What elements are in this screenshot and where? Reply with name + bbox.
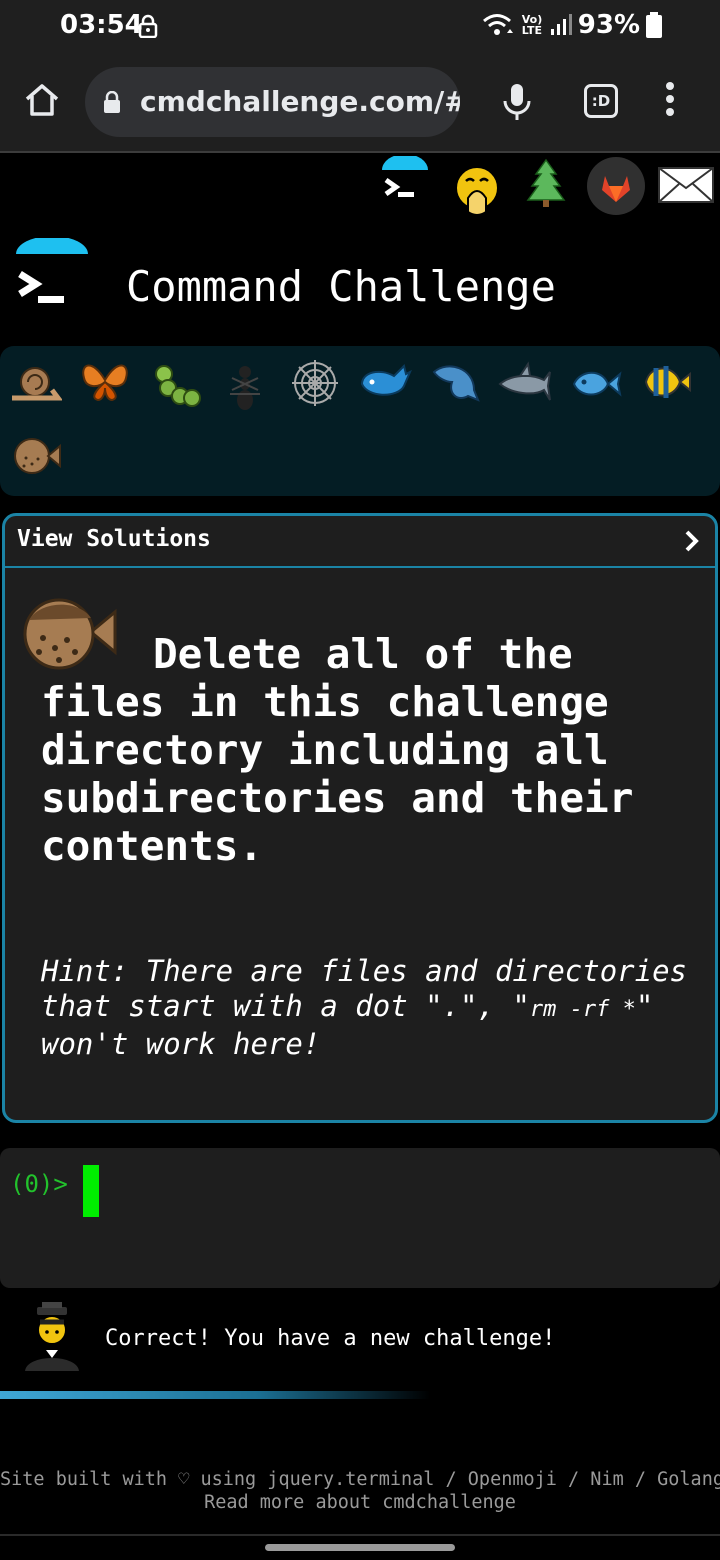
whale-icon[interactable] — [358, 354, 412, 408]
footer: Site built with ♡ using jquery.terminal … — [0, 1468, 720, 1514]
snail-icon[interactable] — [8, 356, 62, 410]
view-solutions-bar[interactable]: View Solutions — [5, 516, 715, 568]
home-gesture-pill[interactable] — [265, 1544, 455, 1551]
fish-icon[interactable] — [568, 358, 622, 412]
status-time: 03:54 — [60, 10, 143, 40]
ant-icon[interactable] — [218, 360, 272, 414]
status-message: Correct! You have a new challenge! — [105, 1326, 556, 1351]
progress-glow-line — [0, 1391, 430, 1399]
hint-code: rm -rf * — [529, 997, 636, 1022]
mail-icon[interactable] — [657, 166, 715, 206]
secure-lock-icon — [104, 91, 120, 113]
terminal-prompt: (0)> — [10, 1170, 68, 1198]
graduate-avatar-icon — [22, 1302, 82, 1373]
signal-icon — [550, 14, 572, 35]
challenge-panel: View Solutions Delete all of the files i… — [2, 513, 718, 1123]
address-bar[interactable]: cmdchallenge.com/#/ — [85, 67, 460, 137]
home-icon[interactable] — [22, 80, 62, 120]
status-bar: 03:54 Vo) LTE 93% — [0, 0, 720, 54]
battery-icon — [646, 12, 662, 38]
chevron-right-icon[interactable] — [683, 528, 701, 554]
challenge-hint: Hint: There are files and directories th… — [41, 954, 691, 1062]
terminal-cursor[interactable] — [83, 1165, 99, 1217]
battery-percent: 93% — [577, 10, 640, 40]
microphone-icon[interactable] — [500, 82, 534, 122]
page-title: Command Challenge — [126, 262, 556, 311]
terminal-icon[interactable] — [378, 156, 432, 210]
spider-web-icon[interactable] — [288, 356, 342, 410]
caterpillar-icon[interactable] — [148, 360, 202, 414]
command-challenge-logo-icon — [16, 238, 88, 303]
challenge-description: Delete all of the files in this challeng… — [41, 630, 634, 870]
top-icon-row — [0, 156, 720, 226]
butterfly-icon[interactable] — [78, 354, 132, 408]
tree-icon[interactable] — [526, 158, 566, 208]
lock-icon — [138, 14, 158, 38]
progress-creatures-panel — [0, 346, 720, 496]
browser-divider — [0, 151, 720, 153]
terminal-input-area[interactable]: (0)> — [0, 1148, 720, 1288]
dolphin-icon[interactable] — [428, 356, 482, 410]
footer-about-link[interactable]: Read more about cmdchallenge — [0, 1491, 720, 1514]
overflow-menu-icon[interactable] — [662, 82, 678, 122]
tropical-fish-icon[interactable] — [638, 356, 692, 410]
network-type: Vo) LTE — [521, 13, 543, 37]
gitlab-icon[interactable] — [586, 156, 646, 216]
tab-switcher-button[interactable]: :D — [584, 84, 618, 118]
shark-icon[interactable] — [498, 360, 552, 414]
url-text[interactable]: cmdchallenge.com/#/ — [140, 85, 460, 118]
view-solutions-link[interactable]: View Solutions — [17, 526, 211, 552]
browser-toolbar: cmdchallenge.com/#/ :D — [0, 54, 720, 152]
face-with-hand-over-mouth-icon[interactable] — [452, 160, 502, 222]
system-navigation-bar — [0, 1534, 720, 1560]
footer-credits[interactable]: Site built with ♡ using jquery.terminal … — [0, 1468, 720, 1491]
pufferfish-icon[interactable] — [8, 428, 62, 482]
wifi-icon — [482, 14, 513, 35]
status-indicators: Vo) LTE 93% — [482, 10, 662, 40]
